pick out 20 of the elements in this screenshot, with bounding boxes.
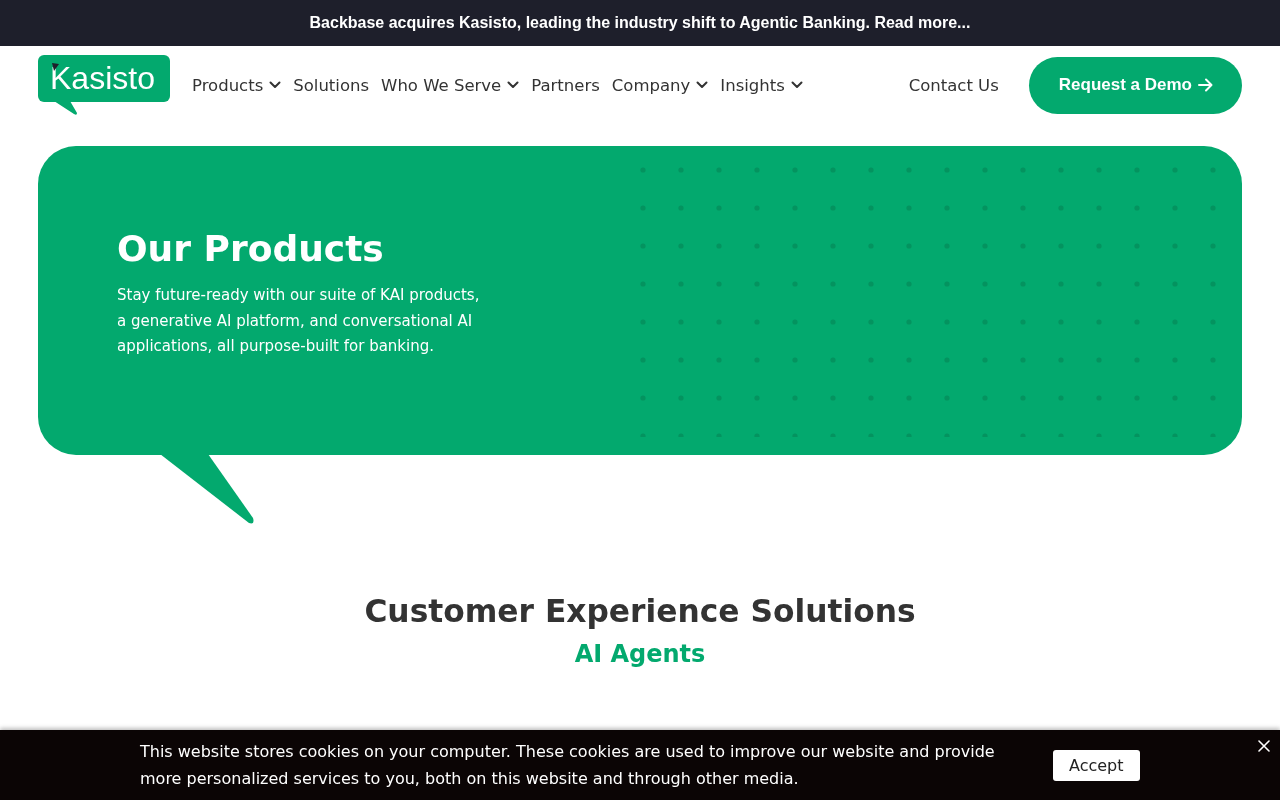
chevron-down-icon bbox=[696, 81, 709, 89]
nav-link[interactable]: Solutions bbox=[293, 75, 370, 95]
chevron-down-icon bbox=[507, 81, 520, 89]
close-icon bbox=[1258, 740, 1270, 752]
hero-title: Our Products bbox=[117, 227, 385, 270]
nav-link[interactable]: Who We Serve bbox=[381, 75, 520, 95]
nav-link[interactable]: Partners bbox=[531, 75, 600, 95]
arrow-right-icon bbox=[1198, 78, 1213, 92]
nav-link[interactable]: Insights bbox=[720, 75, 803, 95]
chevron-down-icon bbox=[269, 81, 282, 89]
accept-button[interactable]: Accept bbox=[1053, 749, 1140, 781]
close-button[interactable] bbox=[1258, 740, 1270, 752]
section-subtitle: AI Agents bbox=[574, 640, 706, 669]
hero-description: Stay future-ready with our suite of KAI products, a generative AI platform, and conversational AI applications, all purpose-built for banking. bbox=[117, 285, 481, 357]
section-title: Customer Experience Solutions bbox=[364, 592, 916, 630]
contact-link[interactable]: Contact Us bbox=[908, 75, 999, 95]
cookie-notice-text: This website stores cookies on your computer. These cookies are used to improve our website and provide more personalized services to you, both on this website and through other media. bbox=[140, 741, 996, 790]
nav-link[interactable]: Products bbox=[192, 75, 282, 95]
nav-link[interactable]: Company bbox=[611, 75, 709, 95]
chevron-down-icon bbox=[790, 81, 803, 89]
